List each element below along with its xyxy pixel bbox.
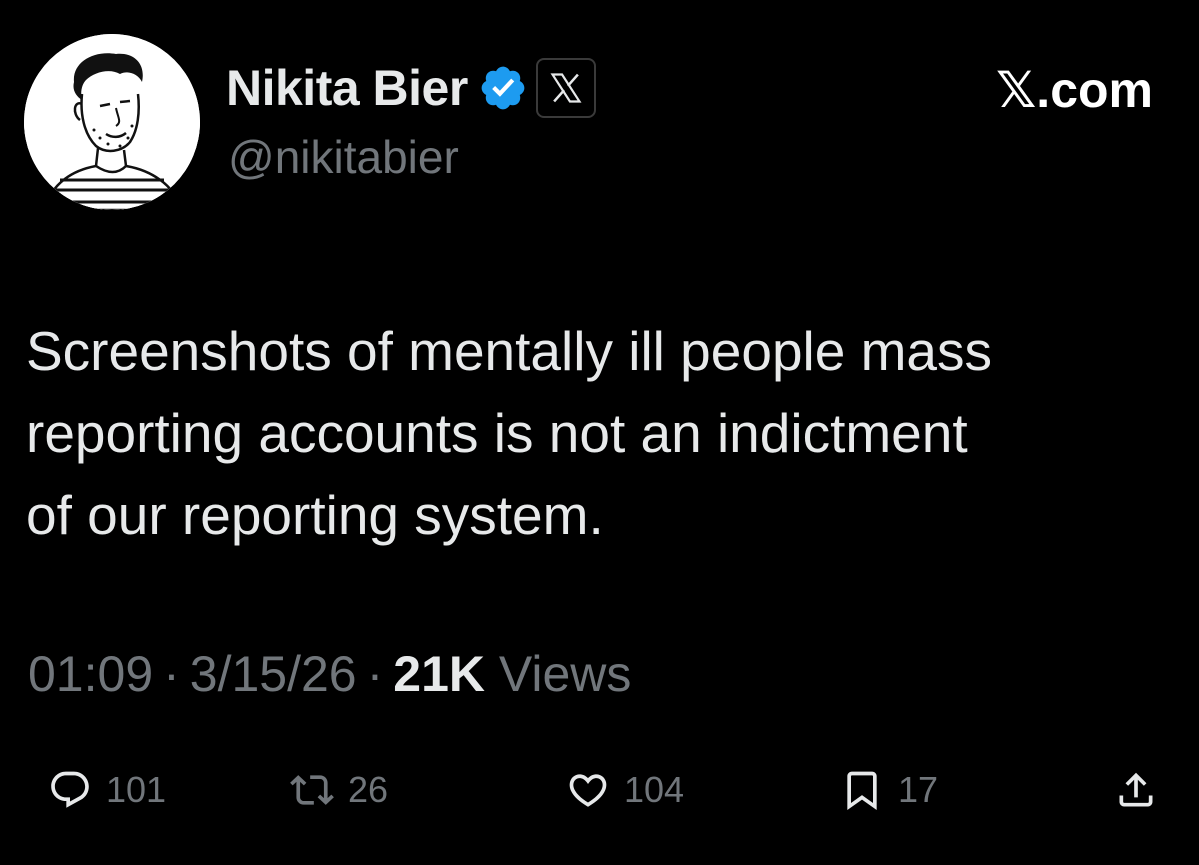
x-affiliate-badge-icon[interactable]: [535, 58, 596, 118]
avatar-portrait-image: [24, 34, 200, 210]
tweet-actions: 101 26 104 17: [0, 760, 1199, 820]
author-display-name[interactable]: Nikita Bier: [226, 59, 468, 117]
meta-separator: ·: [163, 646, 180, 702]
views-count[interactable]: 21K: [393, 646, 485, 702]
tweet-meta: 01:09 · 3/15/26 · 21K Views: [28, 645, 631, 703]
brand-domain-text: 𝕏.com: [996, 62, 1153, 118]
tweet-card: Nikita Bier @nikitabier 𝕏.com Screenshot…: [0, 0, 1199, 865]
tweet-time[interactable]: 01:09: [28, 646, 153, 702]
meta-separator: ·: [366, 646, 384, 702]
tweet-text: Screenshots of mentally ill people mass …: [26, 320, 993, 546]
tweet-date[interactable]: 3/15/26: [190, 646, 357, 702]
bookmark-icon: [847, 771, 877, 811]
like-count: 104: [624, 769, 685, 810]
bookmark-button[interactable]: 17: [840, 760, 938, 820]
brand-logo: 𝕏.com: [996, 60, 1153, 120]
bookmark-count: 17: [898, 769, 939, 810]
reply-button[interactable]: 101: [48, 760, 166, 820]
reply-icon: [51, 771, 89, 808]
avatar[interactable]: [24, 34, 200, 210]
share-button[interactable]: [1114, 760, 1158, 820]
retweet-count: 26: [348, 769, 389, 810]
verified-badge-icon: [478, 63, 528, 113]
share-icon: [1119, 772, 1153, 807]
retweet-button[interactable]: 26: [290, 760, 388, 820]
author-handle[interactable]: @nikitabier: [228, 130, 459, 184]
retweet-icon: [290, 775, 334, 805]
like-button[interactable]: 104: [566, 760, 684, 820]
views-label: Views: [498, 646, 632, 702]
author-name-row: Nikita Bier: [226, 56, 596, 120]
heart-icon: [569, 774, 607, 807]
reply-count: 101: [106, 769, 167, 810]
